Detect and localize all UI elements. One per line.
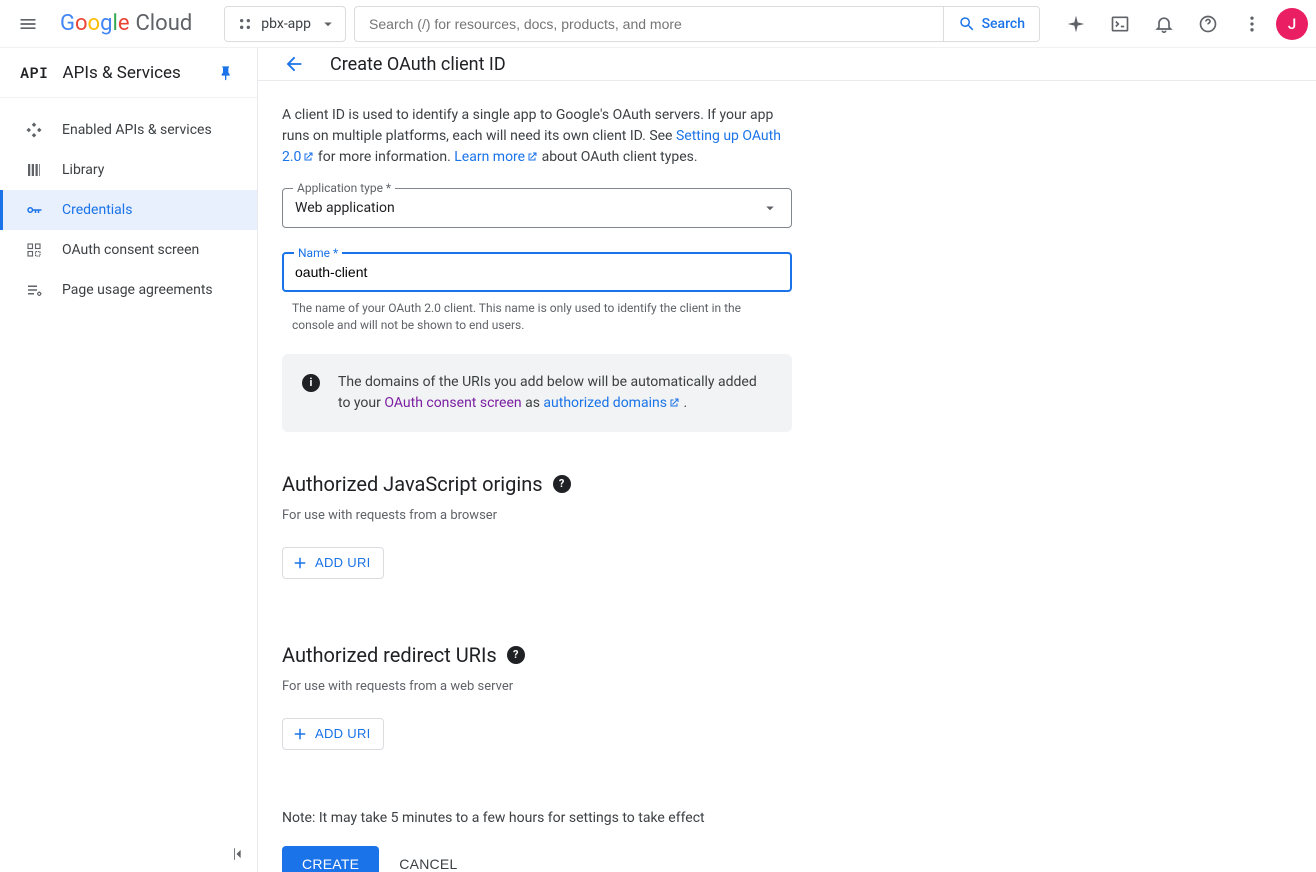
plus-icon	[291, 725, 309, 743]
enabled-apis-icon	[25, 121, 43, 139]
page-title: Create OAuth client ID	[330, 54, 506, 75]
sidebar-title: APIs & Services	[63, 63, 197, 83]
field-label: Application type *	[293, 181, 395, 195]
info-icon: i	[302, 374, 320, 392]
search-icon	[958, 15, 976, 33]
application-type-select[interactable]: Application type * Web application	[282, 188, 792, 228]
sidebar-item-page-usage[interactable]: Page usage agreements	[0, 270, 257, 310]
sidebar-item-label: Enabled APIs & services	[62, 122, 212, 138]
notifications-button[interactable]	[1144, 4, 1184, 44]
field-value: Web application	[295, 200, 761, 216]
topbar: Google Cloud pbx-app Search J	[0, 0, 1316, 48]
consent-icon	[25, 241, 43, 259]
help-button[interactable]	[1188, 4, 1228, 44]
add-redirect-uri-button[interactable]: ADD URI	[282, 718, 384, 750]
external-link-icon	[302, 151, 314, 163]
info-box: i The domains of the URIs you add below …	[282, 354, 792, 432]
link-authorized-domains[interactable]: authorized domains	[543, 395, 680, 411]
form-actions: CREATE CANCEL	[282, 846, 1074, 872]
chevron-down-icon	[761, 199, 779, 217]
section-redirect-head: Authorized redirect URIs ?	[282, 643, 1074, 667]
sidebar-item-oauth-consent[interactable]: OAuth consent screen	[0, 230, 257, 270]
link-oauth-consent-screen[interactable]: OAuth consent screen	[384, 395, 521, 411]
sidebar-item-label: Page usage agreements	[62, 282, 213, 298]
sidebar-item-credentials[interactable]: Credentials	[0, 190, 257, 230]
external-link-icon	[526, 151, 538, 163]
search-input[interactable]	[355, 7, 943, 41]
name-input[interactable]	[295, 264, 779, 280]
more-vert-icon	[1242, 14, 1262, 34]
project-icon	[237, 16, 253, 32]
sparkle-icon	[1066, 14, 1086, 34]
sidebar-item-enabled-apis[interactable]: Enabled APIs & services	[0, 110, 257, 150]
pin-button[interactable]	[211, 57, 243, 89]
section-subtitle: For use with requests from a web server	[282, 679, 1074, 694]
back-button[interactable]	[278, 48, 310, 80]
collapse-sidebar-button[interactable]	[229, 844, 249, 864]
section-subtitle: For use with requests from a browser	[282, 508, 1074, 523]
agreements-icon	[25, 281, 43, 299]
sidebar-item-label: Credentials	[62, 202, 132, 218]
name-field-wrapper: Name *	[282, 252, 792, 292]
project-name: pbx-app	[261, 16, 311, 32]
sidebar-item-label: OAuth consent screen	[62, 242, 199, 258]
section-title: Authorized redirect URIs	[282, 643, 497, 667]
chevron-down-icon	[319, 15, 337, 33]
cancel-button[interactable]: CANCEL	[399, 856, 457, 872]
sidebar-item-library[interactable]: Library	[0, 150, 257, 190]
main-header: Create OAuth client ID	[258, 48, 1316, 81]
key-icon	[25, 201, 43, 219]
project-picker[interactable]: pbx-app	[224, 6, 346, 42]
help-tooltip-button[interactable]: ?	[553, 475, 571, 493]
topbar-right: J	[1056, 4, 1308, 44]
name-helper-text: The name of your OAuth 2.0 client. This …	[292, 300, 772, 334]
link-learn-more[interactable]: Learn more	[454, 149, 538, 165]
gemini-button[interactable]	[1056, 4, 1096, 44]
api-chip: API	[20, 63, 49, 83]
arrow-back-icon	[283, 53, 305, 75]
terminal-icon	[1110, 14, 1130, 34]
help-icon	[1198, 14, 1218, 34]
intro-text: A client ID is used to identify a single…	[282, 105, 802, 168]
hamburger-icon	[18, 14, 38, 34]
external-link-icon	[668, 397, 680, 409]
library-icon	[25, 161, 43, 179]
avatar[interactable]: J	[1276, 8, 1308, 40]
search-button[interactable]: Search	[943, 7, 1039, 41]
field-label: Name *	[294, 246, 342, 260]
add-js-origin-button[interactable]: ADD URI	[282, 547, 384, 579]
plus-icon	[291, 554, 309, 572]
section-title: Authorized JavaScript origins	[282, 472, 543, 496]
help-tooltip-button[interactable]: ?	[507, 646, 525, 664]
google-cloud-logo[interactable]: Google Cloud	[60, 11, 192, 36]
pin-icon	[219, 65, 235, 81]
search-box: Search	[354, 6, 1040, 42]
sidebar-item-label: Library	[62, 162, 104, 178]
cloud-shell-button[interactable]	[1100, 4, 1140, 44]
propagation-note: Note: It may take 5 minutes to a few hou…	[282, 810, 1074, 826]
more-button[interactable]	[1232, 4, 1272, 44]
create-button[interactable]: CREATE	[282, 846, 379, 872]
main: Create OAuth client ID A client ID is us…	[258, 48, 1316, 872]
sidebar: API APIs & Services Enabled APIs & servi…	[0, 48, 258, 872]
section-js-origins-head: Authorized JavaScript origins ?	[282, 472, 1074, 496]
sidebar-header: API APIs & Services	[0, 48, 257, 98]
chevron-left-icon	[229, 844, 249, 864]
hamburger-menu-button[interactable]	[8, 4, 48, 44]
bell-icon	[1154, 14, 1174, 34]
